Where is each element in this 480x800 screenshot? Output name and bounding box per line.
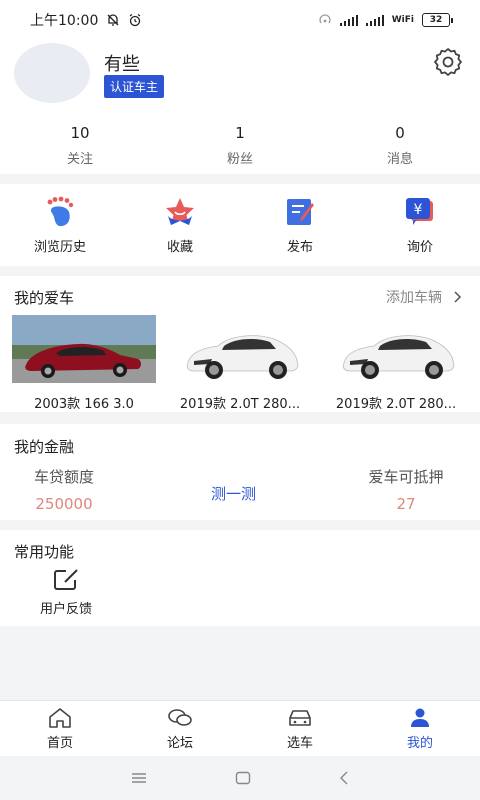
tab-forum[interactable]: 论坛	[120, 701, 240, 756]
section-title-my-cars: 我的爱车	[14, 289, 75, 307]
my-cars-section: 我的爱车 添加车辆 2003款 166 3.0 2019款 2.0T 280..…	[0, 276, 480, 412]
stat-follow[interactable]: 10 关注	[0, 124, 160, 167]
feedback-label: 用户反馈	[39, 602, 92, 617]
bottom-tab-bar: 首页 论坛 选车 我的	[0, 700, 480, 756]
mortgage-count: 27	[396, 495, 416, 513]
svg-text:¥: ¥	[414, 202, 423, 218]
section-title-finance: 我的金融	[14, 438, 75, 456]
verified-owner-badge: 认证车主	[104, 75, 165, 98]
menu-icon[interactable]	[131, 772, 147, 784]
footprint-icon	[47, 196, 74, 226]
loan-quota-label: 车贷额度	[33, 468, 94, 486]
price-inquiry-icon: ¥	[406, 197, 433, 225]
add-car-label: 添加车辆	[386, 290, 442, 306]
hotspot-icon	[319, 14, 331, 24]
alarm-icon	[129, 14, 141, 27]
tab-select-car[interactable]: 选车	[240, 701, 360, 756]
quick-action-label: 询价	[406, 239, 433, 255]
tab-home[interactable]: 首页	[0, 701, 120, 756]
chevron-right-icon	[454, 291, 462, 303]
feedback-edit-icon	[54, 569, 78, 590]
mortgage-label: 爱车可抵押	[368, 468, 444, 486]
car-card[interactable]: 2019款 2.0T 280...	[168, 315, 312, 412]
mute-icon	[107, 14, 119, 26]
add-car-button[interactable]: 添加车辆	[386, 287, 462, 307]
loan-quota-value: 250000	[35, 495, 93, 513]
stat-label: 粉丝	[226, 152, 253, 167]
tab-label: 论坛	[166, 735, 193, 751]
status-bar: 上午10:00 WiFi 32	[0, 0, 480, 40]
tab-label: 选车	[286, 735, 313, 751]
signal-icon	[339, 14, 358, 26]
quick-action-favorite[interactable]: 收藏	[120, 196, 240, 255]
stat-label: 消息	[386, 152, 413, 167]
quick-action-history[interactable]: 浏览历史	[0, 196, 120, 255]
battery-level: 32	[429, 15, 443, 25]
signal-icon-2	[365, 14, 384, 26]
tab-label: 首页	[46, 735, 73, 751]
star-icon	[166, 197, 194, 225]
quick-action-publish[interactable]: 发布	[240, 196, 360, 255]
mortgage-value[interactable]: 爱车可抵押 27	[358, 466, 454, 513]
loan-quota[interactable]: 车贷额度 250000	[26, 466, 102, 513]
edit-icon	[287, 198, 314, 225]
stat-label: 关注	[66, 152, 93, 167]
stat-value: 10	[70, 124, 90, 142]
username: 有些	[104, 54, 140, 75]
quick-action-label: 浏览历史	[33, 239, 86, 255]
person-icon	[411, 708, 429, 727]
quick-actions: 浏览历史 收藏 发布 ¥ 询价	[0, 184, 480, 266]
quick-action-label: 发布	[286, 239, 313, 255]
stat-messages[interactable]: 0 消息	[320, 124, 480, 167]
measure-button[interactable]: 测一测	[211, 483, 256, 504]
car-photo-red-sedan	[12, 315, 156, 383]
gear-icon[interactable]	[432, 46, 464, 78]
forum-icon	[168, 708, 192, 726]
car-name: 2019款 2.0T 280...	[179, 397, 301, 412]
home-icon	[49, 707, 71, 728]
quick-action-inquiry[interactable]: ¥ 询价	[360, 196, 480, 255]
tab-label: 我的	[406, 735, 433, 751]
profile-header: 有些 认证车主 10 关注 1 粉丝 0 消息	[0, 40, 480, 174]
car-card[interactable]: 2019款 2.0T 280...	[324, 315, 468, 412]
car-name: 2019款 2.0T 280...	[335, 397, 457, 412]
common-functions-section: 常用功能 用户反馈	[0, 530, 480, 626]
car-photo-white-suv	[168, 315, 312, 383]
car-name: 2003款 166 3.0	[34, 397, 134, 412]
stat-fans[interactable]: 1 粉丝	[160, 124, 320, 167]
section-title-common: 常用功能	[14, 543, 75, 561]
wifi-icon: WiFi	[391, 15, 414, 25]
quick-action-label: 收藏	[166, 239, 193, 255]
profile-stats: 10 关注 1 粉丝 0 消息	[0, 124, 480, 167]
status-time: 上午10:00	[30, 13, 99, 29]
car-photo-white-suv	[324, 315, 468, 383]
feedback-button[interactable]: 用户反馈	[30, 568, 102, 617]
tab-mine[interactable]: 我的	[360, 701, 480, 756]
battery-icon: 32	[422, 13, 453, 27]
system-nav-bar	[0, 756, 480, 800]
back-icon[interactable]	[339, 771, 349, 785]
car-icon	[289, 709, 311, 726]
stat-value: 0	[395, 124, 405, 142]
avatar[interactable]	[14, 43, 90, 103]
my-finance-section: 我的金融 车贷额度 250000 测一测 爱车可抵押 27	[0, 424, 480, 520]
car-card[interactable]: 2003款 166 3.0	[12, 315, 156, 412]
stat-value: 1	[235, 124, 245, 142]
home-square-icon[interactable]	[235, 771, 251, 785]
